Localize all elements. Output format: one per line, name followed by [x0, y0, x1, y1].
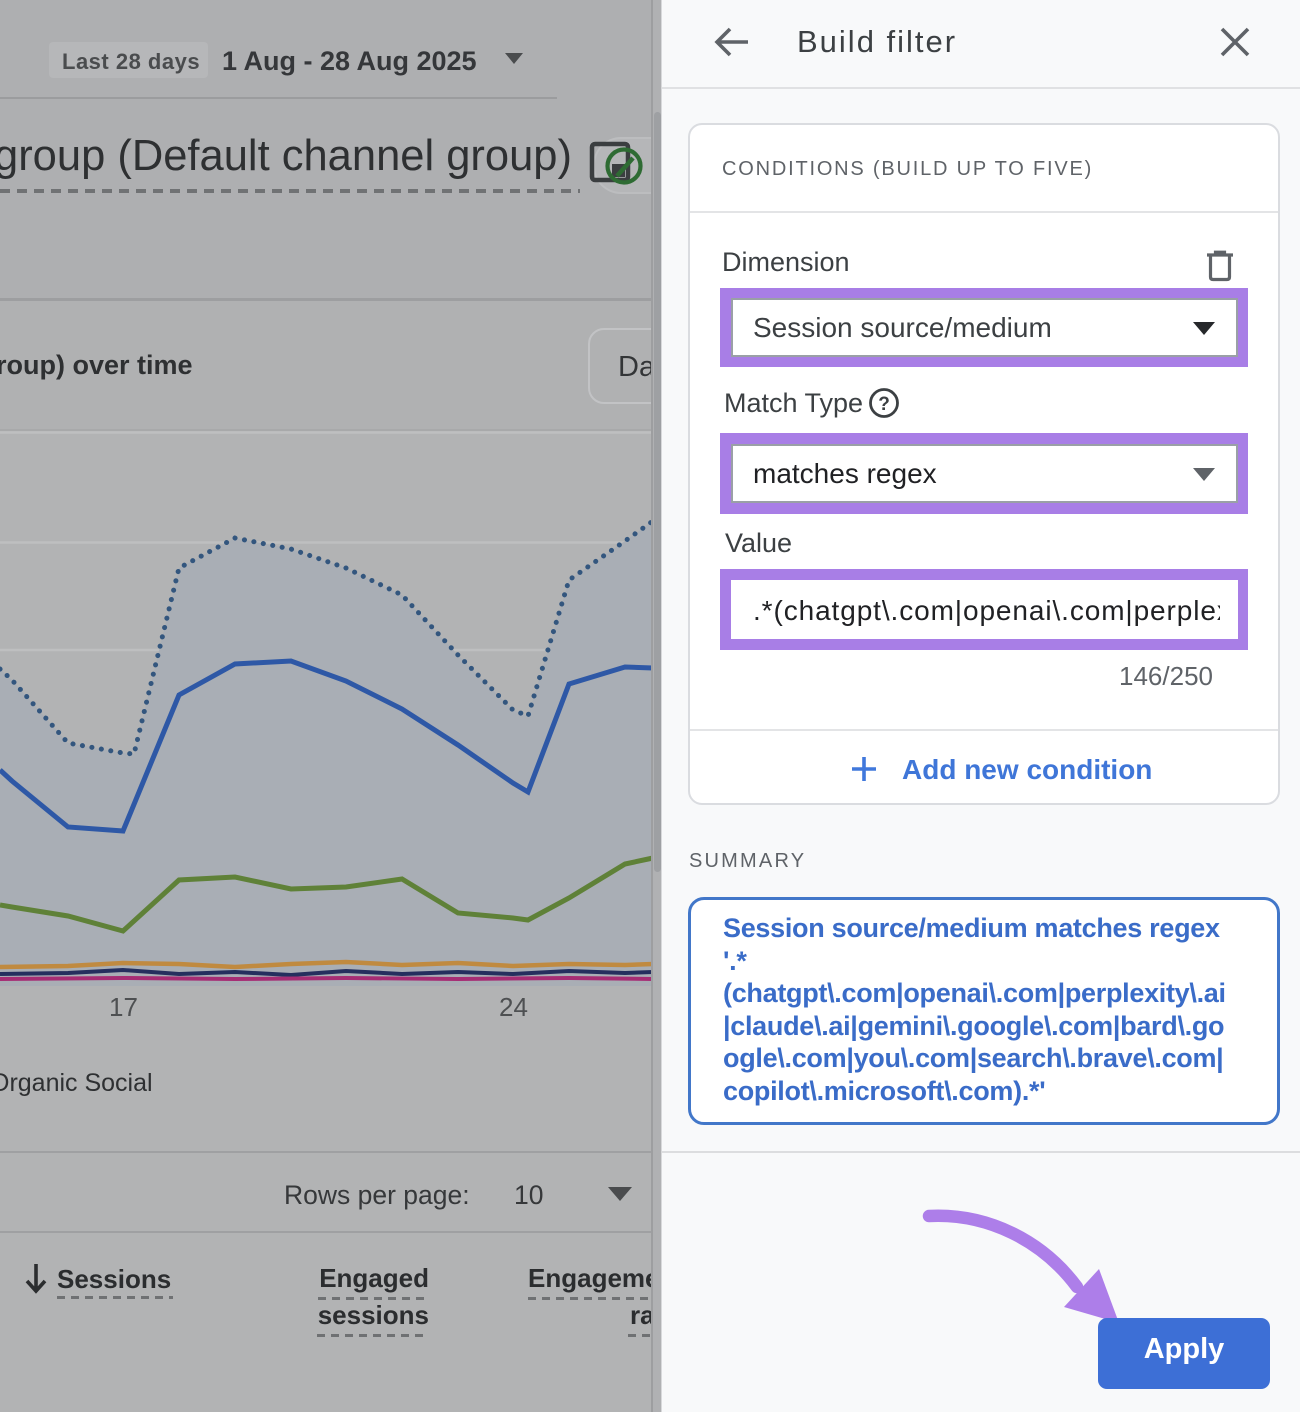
svg-text:?: ?	[878, 394, 890, 415]
